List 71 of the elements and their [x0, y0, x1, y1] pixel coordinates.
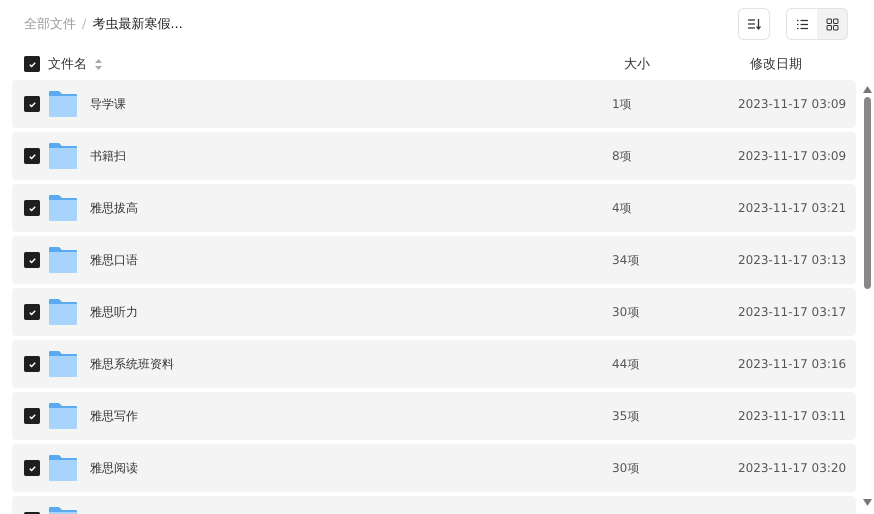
modified-date: 2023-11-17 03:13 — [738, 253, 848, 267]
grid-icon — [826, 18, 838, 30]
checkbox[interactable] — [24, 148, 40, 164]
checkbox[interactable] — [24, 56, 40, 72]
checkbox[interactable] — [24, 304, 40, 320]
folder-name: 导学课 — [90, 96, 126, 112]
file-row[interactable]: 雅思系统班资料 44项 2023-11-17 03:16 — [12, 340, 856, 388]
grid-view-button[interactable] — [817, 9, 847, 39]
item-count: 34项 — [612, 252, 640, 268]
folder-icon — [48, 142, 78, 170]
checkmark-icon — [28, 60, 36, 68]
folder-icon — [48, 194, 78, 222]
modified-date: 2023-11-17 03:16 — [738, 357, 848, 371]
folder-icon — [48, 90, 78, 118]
folder-icon — [48, 298, 78, 326]
item-count: 30项 — [612, 304, 640, 320]
checkbox[interactable] — [24, 200, 40, 216]
checkmark-icon — [28, 360, 36, 368]
checkmark-icon — [28, 152, 36, 160]
breadcrumb-link[interactable]: 考虫最新寒假... — [92, 15, 183, 33]
folder-name: 雅思听力 — [90, 304, 138, 320]
modified-date: 2023-11-17 03:20 — [738, 461, 848, 475]
item-count: 1项 — [612, 96, 633, 112]
scroll-up-icon[interactable] — [862, 86, 872, 93]
folder-name: 雅思阅读 — [90, 460, 138, 476]
column-header[interactable]: 大小 — [624, 55, 750, 73]
item-count: 35项 — [612, 408, 640, 424]
scroll-down-icon[interactable] — [862, 499, 872, 506]
checkmark-icon — [28, 204, 36, 212]
file-row[interactable]: 雅思写作 35项 2023-11-17 03:11 — [12, 392, 856, 440]
checkmark-icon — [28, 308, 36, 316]
checkmark-icon — [28, 256, 36, 264]
column-header[interactable]: 修改日期 — [750, 55, 860, 73]
folder-name: 雅思系统班资料 — [90, 356, 174, 372]
item-count: 44项 — [612, 356, 640, 372]
breadcrumb-separator: / — [82, 16, 86, 32]
checkbox[interactable] — [24, 356, 40, 372]
folder-icon — [48, 402, 78, 430]
folder-icon — [48, 454, 78, 482]
modified-date: 2023-11-17 03:11 — [738, 409, 848, 423]
folder-icon — [48, 350, 78, 378]
item-count: 30项 — [612, 460, 640, 476]
file-row[interactable]: 导学课 1项 2023-11-17 03:09 — [12, 80, 856, 128]
folder-name: 雅思口语 — [90, 252, 138, 268]
file-row[interactable]: 雅思口语 34项 2023-11-17 03:13 — [12, 236, 856, 284]
sort-icon — [747, 18, 761, 30]
file-row[interactable]: 雅思阅读 30项 2023-11-17 03:20 — [12, 444, 856, 492]
list-icon — [796, 18, 808, 30]
modified-date: 2023-11-17 03:09 — [738, 97, 848, 111]
file-row[interactable]: 雅思听力 30项 2023-11-17 03:17 — [12, 288, 856, 336]
checkbox[interactable] — [24, 96, 40, 112]
modified-date: 2023-11-17 03:09 — [738, 149, 848, 163]
folder-name: 书籍扫 — [90, 148, 126, 164]
file-row[interactable]: 书籍扫 8项 2023-11-17 03:09 — [12, 132, 856, 180]
folder-name: 雅思写作 — [90, 408, 138, 424]
checkmark-icon — [28, 100, 36, 108]
modified-date: 2023-11-17 03:21 — [738, 201, 848, 215]
item-count: 8项 — [612, 148, 633, 164]
checkbox[interactable] — [24, 252, 40, 268]
sort-button[interactable] — [738, 8, 770, 40]
scrollbar-thumb[interactable] — [864, 97, 870, 289]
checkbox[interactable] — [24, 460, 40, 476]
item-count: 4项 — [612, 200, 633, 216]
column-header[interactable]: 文件名 — [48, 55, 87, 73]
folder-name: 雅思拔高 — [90, 200, 138, 216]
file-row[interactable]: 雅思拔高 4项 2023-11-17 03:21 — [12, 184, 856, 232]
folder-icon — [48, 246, 78, 274]
checkmark-icon — [28, 412, 36, 420]
checkmark-icon — [28, 464, 36, 472]
modified-date: 2023-11-17 03:17 — [738, 305, 848, 319]
checkbox[interactable] — [24, 408, 40, 424]
